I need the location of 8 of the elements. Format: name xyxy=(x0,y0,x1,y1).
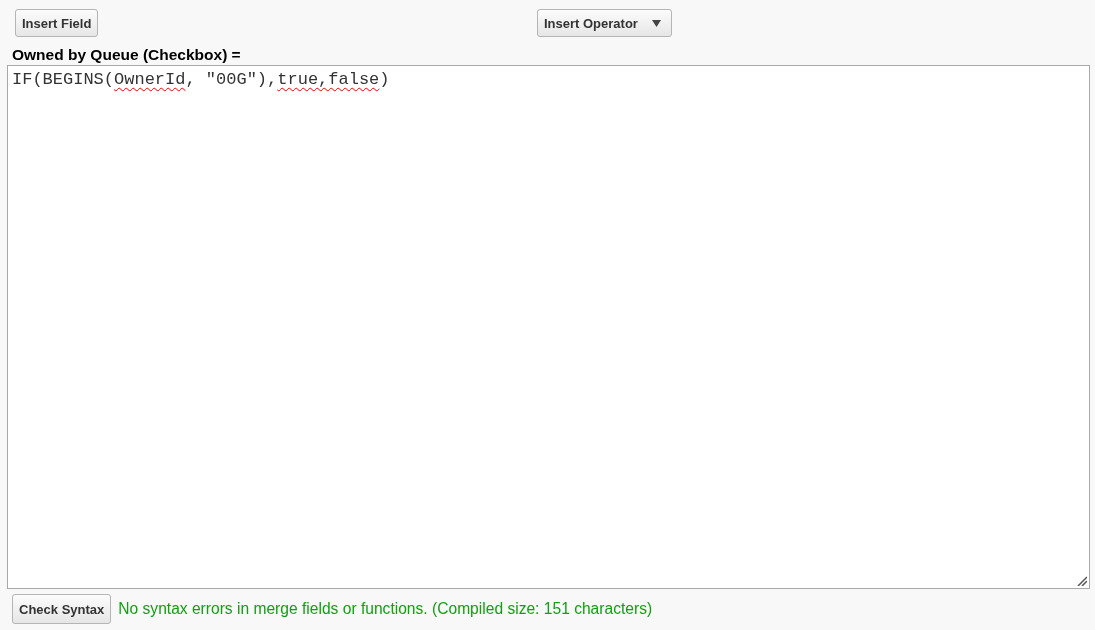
caret-icon xyxy=(651,19,661,27)
formula-text-area[interactable]: IF(BEGINS(OwnerId, "00G"),true,false) xyxy=(7,65,1090,589)
check-syntax-button[interactable]: Check Syntax xyxy=(12,594,112,624)
status-message: No syntax errors in merge fields or functions. (Compiled size: 151 characters) xyxy=(118,599,653,620)
dropdown-button[interactable]: Insert Operator xyxy=(537,9,672,37)
field-label: Owned by Queue (Checkbox) = xyxy=(12,46,241,64)
insert-button[interactable]: Insert Field xyxy=(15,9,99,37)
resize-grip-icon[interactable] xyxy=(1077,576,1087,586)
